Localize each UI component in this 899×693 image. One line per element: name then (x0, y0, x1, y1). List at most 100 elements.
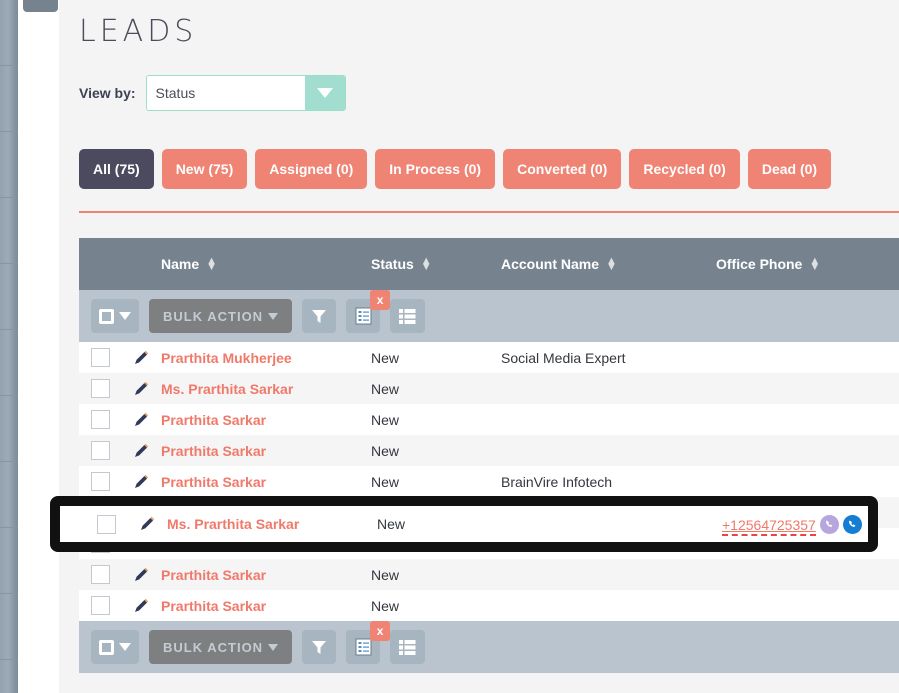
lead-status: New (371, 411, 400, 428)
collapsed-sidebar[interactable] (0, 0, 18, 693)
layout-toggle-button[interactable] (390, 630, 426, 664)
page-title: LEADS (79, 14, 198, 49)
table-header-row: Name ▲ ▼ Status ▲ ▼ Account Name ▲ ▼ Off… (79, 238, 899, 290)
sidebar-segment[interactable] (0, 528, 18, 594)
table-row[interactable]: Prarthita Sarkar New BrainVire Infotech (79, 466, 899, 497)
chevron-down-icon (268, 643, 279, 651)
sidebar-segment[interactable] (0, 396, 18, 462)
filter-button[interactable] (302, 299, 337, 333)
lead-name-link[interactable]: Prarthita Mukherjee (161, 350, 292, 366)
lead-name-link[interactable]: Prarthita Sarkar (161, 567, 266, 583)
layout-toggle-button[interactable] (390, 299, 426, 333)
lead-name-link[interactable]: Prarthita Sarkar (161, 443, 266, 459)
column-header-office-phone[interactable]: Office Phone ▲ ▼ (716, 255, 899, 272)
column-header-name[interactable]: Name ▲ ▼ (161, 255, 371, 272)
sidebar-segment[interactable] (0, 462, 18, 528)
bulk-action-label: BULK ACTION (163, 639, 264, 655)
sort-icon[interactable]: ▲ ▼ (606, 255, 617, 272)
main-content: LEADS View by: Status All (75) New (75) … (59, 0, 899, 693)
sidebar-segment[interactable] (0, 0, 18, 66)
tab-recycled[interactable]: Recycled (0) (629, 149, 740, 189)
sidebar-segment[interactable] (0, 660, 18, 693)
table-row[interactable]: Prarthita Sarkar New (79, 590, 899, 621)
lead-name-link[interactable]: Prarthita Sarkar (161, 598, 266, 614)
funnel-icon (312, 641, 327, 654)
row-checkbox[interactable] (90, 565, 110, 584)
bulk-action-button[interactable]: BULK ACTION (149, 299, 293, 333)
edit-pencil-icon (135, 412, 149, 426)
column-header-account-name-label: Account Name (501, 256, 600, 272)
grid-view-icon (399, 308, 416, 324)
row-checkbox[interactable] (90, 596, 110, 615)
view-by-select[interactable]: Status (145, 75, 346, 111)
close-icon[interactable]: x (370, 290, 391, 310)
office-phone-link[interactable]: +12564725357 (722, 516, 816, 536)
row-checkbox[interactable] (90, 441, 110, 460)
lead-name-link[interactable]: Ms. Prarthita Sarkar (167, 516, 299, 532)
sidebar-segment[interactable] (0, 198, 18, 264)
whatsapp-icon[interactable] (819, 514, 839, 534)
call-icon[interactable] (842, 514, 862, 534)
column-chooser-button[interactable]: x (346, 621, 391, 664)
view-by-selected-value: Status (146, 76, 305, 110)
sort-icon[interactable]: ▲ ▼ (206, 255, 217, 272)
lead-status: New (371, 566, 400, 583)
sidebar-segment[interactable] (0, 66, 18, 132)
status-filter-tabs: All (75) New (75) Assigned (0) In Proces… (59, 111, 899, 189)
table-toolbar-top: BULK ACTION x (79, 290, 899, 342)
tab-dead[interactable]: Dead (0) (747, 149, 832, 189)
bulk-action-button[interactable]: BULK ACTION (149, 630, 293, 664)
row-checkbox[interactable] (96, 514, 116, 534)
sidebar-gutter (18, 0, 59, 693)
chevron-down-icon[interactable] (304, 76, 345, 110)
table-row[interactable]: Prarthita Sarkar New (79, 559, 899, 590)
close-icon[interactable]: x (370, 621, 391, 641)
column-header-account-name[interactable]: Account Name ▲ ▼ (501, 255, 716, 272)
row-checkbox[interactable] (90, 379, 110, 398)
lead-name-link[interactable]: Prarthita Sarkar (161, 412, 266, 428)
column-header-status[interactable]: Status ▲ ▼ (371, 255, 501, 272)
lead-account-name: BrainVire Infotech (501, 473, 613, 490)
edit-pencil-icon (135, 350, 149, 364)
column-header-office-phone-label: Office Phone (716, 256, 803, 272)
edit-pencil-icon (135, 567, 149, 581)
lead-status: New (371, 597, 400, 614)
table-row[interactable]: Prarthita Sarkar New (79, 404, 899, 435)
edit-pencil-icon (135, 474, 149, 488)
section-divider (79, 211, 899, 213)
table-row[interactable]: Ms. Prarthita Sarkar New (79, 373, 899, 404)
sort-icon[interactable]: ▲ ▼ (809, 255, 820, 272)
highlighted-table-row[interactable]: Ms. Prarthita Sarkar New +12564725357 (60, 506, 868, 542)
filter-button[interactable] (302, 630, 337, 664)
sidebar-toggle-tab[interactable] (23, 0, 58, 12)
grid-view-icon (399, 639, 416, 655)
sidebar-segment[interactable] (0, 264, 18, 330)
checkbox-icon (99, 639, 114, 655)
lead-account-name: Social Media Expert (501, 349, 626, 366)
lead-name-link[interactable]: Ms. Prarthita Sarkar (161, 381, 293, 397)
column-chooser-button[interactable]: x (346, 290, 391, 333)
sidebar-segment[interactable] (0, 132, 18, 198)
tab-assigned[interactable]: Assigned (0) (255, 149, 368, 189)
list-view-icon (355, 307, 372, 325)
select-all-dropdown[interactable] (91, 299, 139, 333)
lead-name-link[interactable]: Prarthita Sarkar (161, 474, 266, 490)
lead-status: New (371, 442, 400, 459)
tab-in-process[interactable]: In Process (0) (375, 149, 496, 189)
table-row[interactable]: Prarthita Sarkar New (79, 435, 899, 466)
tab-new[interactable]: New (75) (161, 149, 248, 189)
table-row[interactable]: Prarthita Mukherjee New Social Media Exp… (79, 342, 899, 373)
table-body: Prarthita Mukherjee New Social Media Exp… (79, 342, 899, 621)
chevron-down-icon (268, 312, 279, 320)
row-checkbox[interactable] (90, 348, 110, 367)
tab-converted[interactable]: Converted (0) (503, 149, 622, 189)
select-all-dropdown[interactable] (91, 630, 139, 664)
row-checkbox[interactable] (90, 410, 110, 429)
lead-status: New (371, 473, 400, 490)
sidebar-segment[interactable] (0, 330, 18, 396)
view-by-row: View by: Status (59, 49, 899, 111)
tab-all[interactable]: All (75) (79, 149, 154, 189)
sort-icon[interactable]: ▲ ▼ (421, 255, 432, 272)
row-checkbox[interactable] (90, 472, 110, 491)
sidebar-segment[interactable] (0, 594, 18, 660)
